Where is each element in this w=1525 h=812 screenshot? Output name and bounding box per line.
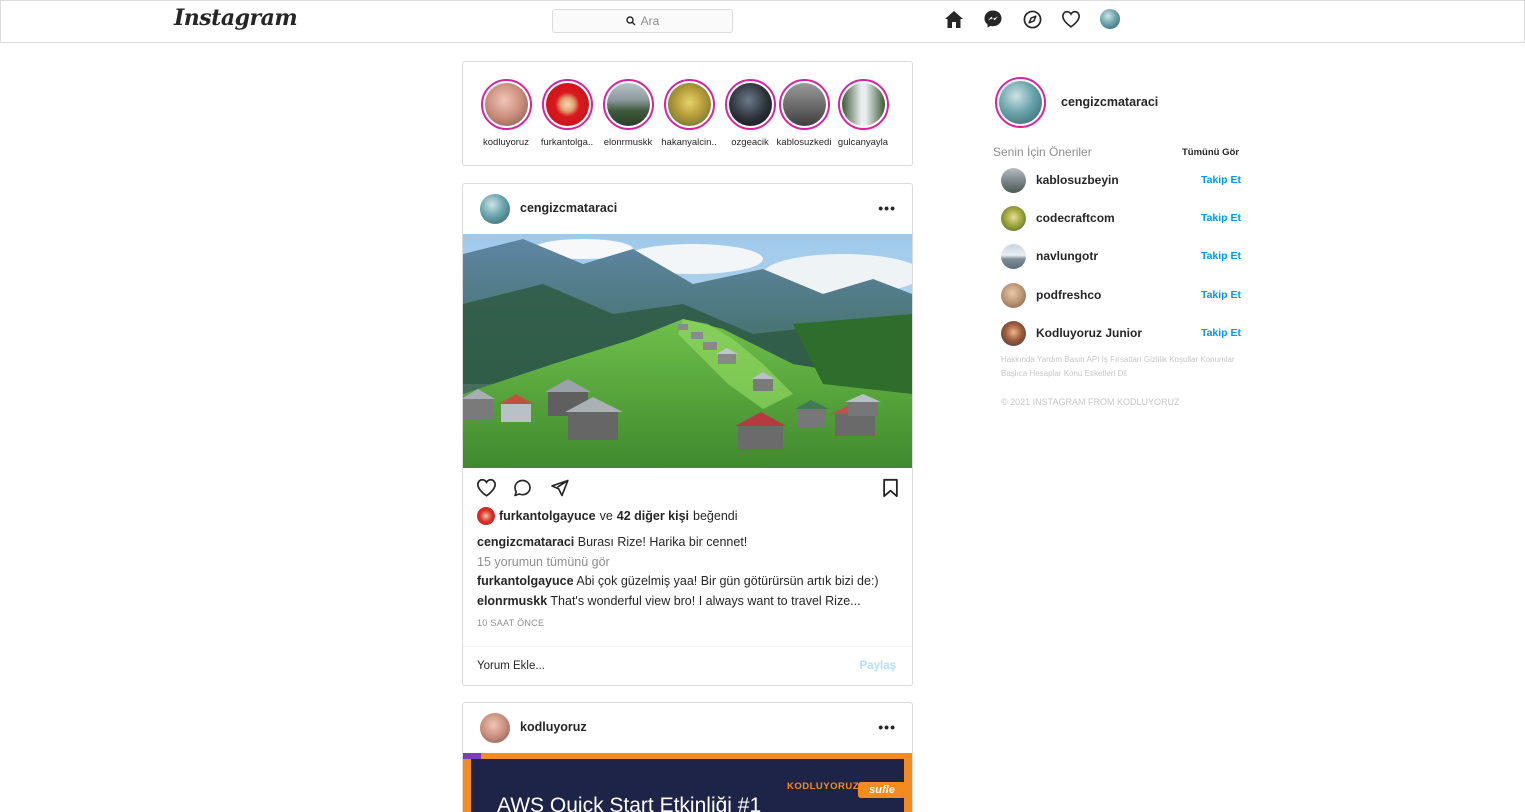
post-timestamp[interactable]: 10 SAAT ÖNCE [477,618,544,628]
banner-brand: KODLUYORUZ [787,781,860,792]
suggestion-row: navlungotr Takip Et [1001,244,1241,270]
suggestion-name[interactable]: Kodluyoruz Junior [1036,326,1142,340]
current-user-name[interactable]: cengizcmataraci [1061,95,1158,109]
view-all-comments-link[interactable]: 15 yorumun tümünü gör [477,554,610,570]
current-user-avatar[interactable] [995,77,1046,128]
follow-button[interactable]: Takip Et [1201,250,1241,262]
suggestion-row: kablosuzbeyin Takip Et [1001,168,1241,194]
bookmark-icon[interactable] [882,478,899,498]
search-icon [625,16,636,26]
post-header: kodluyoruz ••• [463,703,912,753]
suggestion-name[interactable]: codecraftcom [1036,211,1115,225]
suggestion-avatar[interactable] [1001,206,1026,231]
share-send-icon[interactable] [549,478,570,498]
more-options-icon[interactable]: ••• [878,200,896,216]
story-avatar [782,83,826,126]
heart-icon[interactable] [1060,8,1082,30]
post-image[interactable] [463,234,912,468]
follow-button[interactable]: Takip Et [1201,327,1241,339]
story-name: kodluyoruz [483,137,529,148]
suggestion-row: codecraftcom Takip Et [1001,206,1241,232]
banner-partner-badge: sufle [858,782,906,798]
profile-avatar[interactable] [1099,8,1121,30]
add-comment-bar: Yorum Ekle... Paylaş [463,646,912,685]
search-placeholder: Ara [640,14,660,28]
story-name: elonrmuskk [603,137,653,148]
stories-bar: kodluyoruz furkantolga.. elonrmuskk haka… [462,61,913,166]
top-navbar: Instagram Ara [0,0,1525,43]
story-name: furkantolga.. [540,137,594,148]
see-all-link[interactable]: Tümünü Gör [1182,147,1239,158]
post-author-name[interactable]: kodluyoruz [520,720,587,734]
follow-button[interactable]: Takip Et [1201,289,1241,301]
search-input[interactable]: Ara [552,9,733,33]
like-heart-icon[interactable] [476,478,497,497]
comment-text: That's wonderful view bro! I always want… [550,594,861,608]
story-item[interactable]: furkantolga.. [537,79,597,148]
comment-username[interactable]: furkantolgayuce [477,574,574,588]
post-author-avatar[interactable] [480,194,510,224]
comment-item: furkantolgayuce Abi çok güzelmiş yaa! Bi… [477,573,879,589]
feed-post: kodluyoruz ••• KODLUYORUZ sufle AWS Quic… [462,702,913,812]
story-avatar [728,83,772,126]
footer-links[interactable]: Hakkında Yardım Basın API İş Fırsatları … [1001,353,1236,381]
story-avatar [606,83,650,126]
suggestions-title: Senin İçin Öneriler [993,145,1092,159]
story-item[interactable]: ozgeacik [720,79,780,148]
post-image[interactable]: KODLUYORUZ sufle AWS Quick Start Etkinli… [463,753,912,812]
story-name: gulcanyayla [837,137,889,148]
story-name: kablosuzkedi [776,137,832,148]
liker-avatar[interactable] [477,507,495,525]
suggestion-name[interactable]: kablosuzbeyin [1036,173,1119,187]
suggestion-avatar[interactable] [1001,321,1026,346]
instagram-logo[interactable]: Instagram [174,5,298,31]
comment-icon[interactable] [512,478,533,498]
comment-username[interactable]: elonrmuskk [477,594,547,608]
story-item[interactable]: gulcanyayla [833,79,893,148]
banner-panel: KODLUYORUZ sufle AWS Quick Start Etkinli… [471,759,906,812]
story-avatar [841,83,885,126]
more-options-icon[interactable]: ••• [878,719,896,735]
suggestion-name[interactable]: navlungotr [1036,249,1098,263]
feed-post: cengizcmataraci ••• furkantolgayuce ve 4… [462,183,913,686]
story-item[interactable]: kodluyoruz [476,79,536,148]
home-icon[interactable] [943,8,965,30]
caption-text: Burası Rize! Harika bir cennet! [577,535,748,549]
suggestion-row: Kodluyoruz Junior Takip Et [1001,321,1241,347]
story-item[interactable]: kablosuzkedi [774,79,834,148]
comment-item: elonrmuskk That's wonderful view bro! I … [477,593,861,609]
suggestion-avatar[interactable] [1001,168,1026,193]
explore-icon[interactable] [1021,8,1043,30]
suggestion-avatar[interactable] [1001,283,1026,308]
likes-others[interactable]: 42 diğer kişi [617,509,689,523]
liker-username[interactable]: furkantolgayuce [499,509,596,523]
story-item[interactable]: elonrmuskk [598,79,658,148]
suggestion-avatar[interactable] [1001,244,1026,269]
caption-username[interactable]: cengizcmataraci [477,535,574,549]
suggestion-name[interactable]: podfreshco [1036,288,1101,302]
likes-connector: ve [599,509,613,523]
post-header: cengizcmataraci ••• [463,184,912,234]
post-caption: cengizcmataraci Burası Rize! Harika bir … [477,534,747,550]
messenger-icon[interactable] [982,8,1004,30]
add-comment-input[interactable]: Yorum Ekle... [477,660,545,672]
story-item[interactable]: hakanyalcin.. [659,79,719,148]
comment-text: Abi çok güzelmiş yaa! Bir gün götürürsün… [576,574,879,588]
banner-title: AWS Quick Start Etkinliği #1 [497,794,762,812]
story-avatar [545,83,589,126]
likes-summary: furkantolgayuce ve 42 diğer kişi beğendi [477,507,738,525]
post-author-avatar[interactable] [480,713,510,743]
follow-button[interactable]: Takip Et [1201,174,1241,186]
story-name: ozgeacik [731,137,769,148]
post-actions [463,468,912,506]
copyright-text: © 2021 INSTAGRAM FROM KODLUYORUZ [1001,397,1180,407]
post-comment-button[interactable]: Paylaş [860,660,896,672]
follow-button[interactable]: Takip Et [1201,212,1241,224]
suggestion-row: podfreshco Takip Et [1001,283,1241,309]
story-name: hakanyalcin.. [661,137,717,148]
story-avatar [484,83,528,126]
post-author-name[interactable]: cengizcmataraci [520,201,617,215]
story-avatar [667,83,711,126]
likes-suffix: beğendi [693,509,738,523]
